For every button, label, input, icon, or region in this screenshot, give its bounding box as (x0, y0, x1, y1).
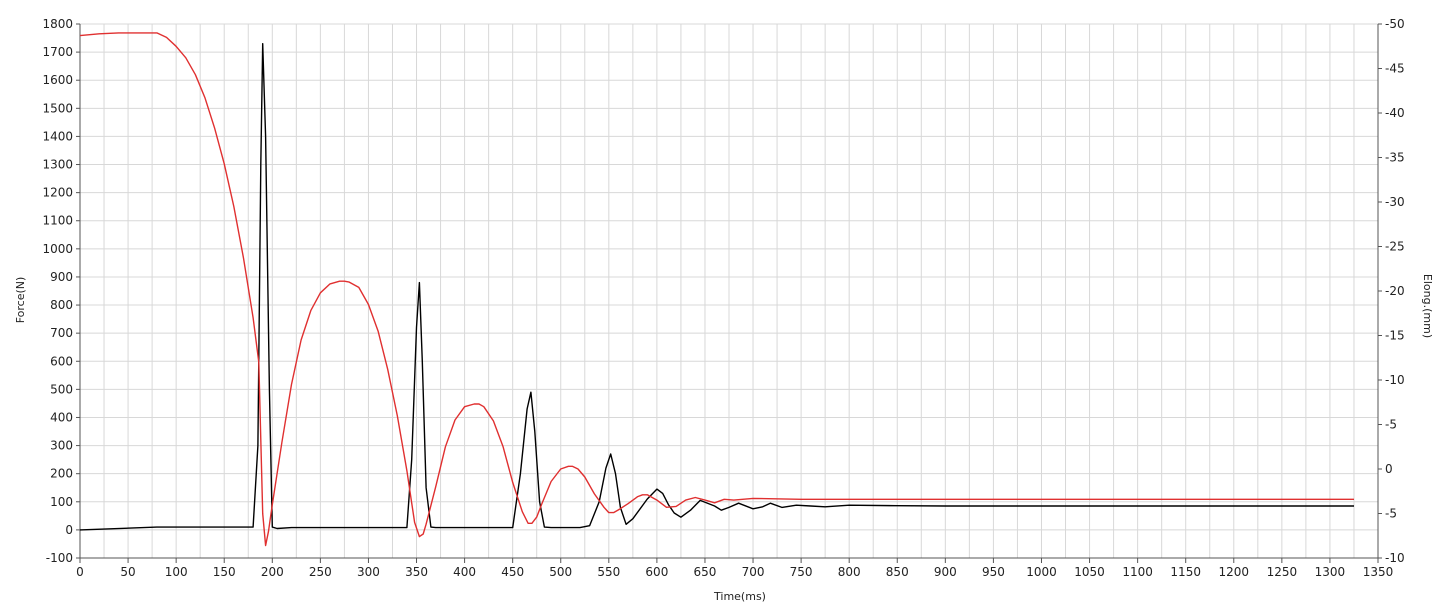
y2-tick-label: -30 (1385, 195, 1405, 209)
x-tick-label: 750 (790, 565, 813, 579)
y2-tick-label: -20 (1385, 284, 1405, 298)
x-tick-label: 650 (694, 565, 717, 579)
x-tick-label: 300 (357, 565, 380, 579)
y2-tick-label: -45 (1385, 62, 1405, 76)
y2-axis-label: Elong.(mm) (1421, 274, 1434, 338)
x-tick-label: 0 (76, 565, 84, 579)
x-tick-label: 500 (549, 565, 572, 579)
series (79, 32, 1354, 547)
y2-tick-label: -10 (1385, 373, 1405, 387)
x-tick-label: 350 (405, 565, 428, 579)
x-tick-label: 100 (165, 565, 188, 579)
chart: 0 50 100 150 200 250 300 350 400 450 500 550 600 650 7… (0, 0, 1445, 608)
x-tick-label: 50 (120, 565, 135, 579)
y-tick-label: 900 (50, 270, 73, 284)
x-axis-label: Time(ms) (713, 590, 766, 603)
y-tick-label: 1200 (42, 186, 73, 200)
y2-tick-label: -5 (1385, 418, 1397, 432)
y-tick-label: 1600 (42, 73, 73, 87)
x-tick-label: 600 (645, 565, 668, 579)
y-tick-label: 1300 (42, 158, 73, 172)
x-tick-label: 800 (838, 565, 861, 579)
x-tick-label: 1200 (1219, 565, 1250, 579)
x-tick-label: 150 (213, 565, 236, 579)
x-tick-label: 1300 (1315, 565, 1346, 579)
x-tick-label: 950 (982, 565, 1005, 579)
y-tick-label: 600 (50, 354, 73, 368)
axes: 0 50 100 150 200 250 300 350 400 450 500 550 600 650 7… (42, 17, 1404, 579)
y-tick-label: 300 (50, 439, 73, 453)
y2-tick-label: -10 (1385, 551, 1405, 565)
y2-tick-label: -40 (1385, 106, 1405, 120)
x-tick-label: 850 (886, 565, 909, 579)
y-tick-label: 400 (50, 410, 73, 424)
x-tick-label: 1150 (1170, 565, 1201, 579)
x-tick-label: 1100 (1122, 565, 1153, 579)
y-tick-label: 200 (50, 467, 73, 481)
y2-tick-label: -5 (1385, 507, 1397, 521)
y2-tick-label: -50 (1385, 17, 1405, 31)
y-tick-label: 800 (50, 298, 73, 312)
series-line-force (79, 43, 1354, 531)
x-tick-label: 550 (597, 565, 620, 579)
y-tick-label: 700 (50, 326, 73, 340)
x-tick-label: 1250 (1267, 565, 1298, 579)
x-tick-label: 1350 (1363, 565, 1394, 579)
y2-tick-label: -35 (1385, 151, 1405, 165)
y2-tick-label: -15 (1385, 329, 1405, 343)
y-tick-label: 1000 (42, 242, 73, 256)
y-tick-label: -100 (46, 551, 73, 565)
y-tick-label: 500 (50, 382, 73, 396)
y-tick-label: 1500 (42, 101, 73, 115)
y-tick-label: 100 (50, 495, 73, 509)
chart-svg: 0 50 100 150 200 250 300 350 400 450 500 550 600 650 7… (14, 17, 1434, 603)
y2-tick-label: -25 (1385, 240, 1405, 254)
x-tick-label: 450 (501, 565, 524, 579)
y-tick-label: 1700 (42, 45, 73, 59)
y-tick-label: 0 (65, 523, 73, 537)
y-tick-label: 1800 (42, 17, 73, 31)
y2-tick-label: 0 (1385, 462, 1393, 476)
x-tick-label: 400 (453, 565, 476, 579)
x-tick-label: 1050 (1074, 565, 1105, 579)
grid (79, 23, 1379, 559)
y-tick-label: 1400 (42, 129, 73, 143)
y-axis-label: Force(N) (14, 277, 27, 324)
x-tick-label: 1000 (1026, 565, 1057, 579)
y-tick-label: 1100 (42, 214, 73, 228)
x-tick-label: 200 (261, 565, 284, 579)
x-tick-label: 250 (309, 565, 332, 579)
x-tick-label: 700 (742, 565, 765, 579)
x-tick-label: 900 (934, 565, 957, 579)
